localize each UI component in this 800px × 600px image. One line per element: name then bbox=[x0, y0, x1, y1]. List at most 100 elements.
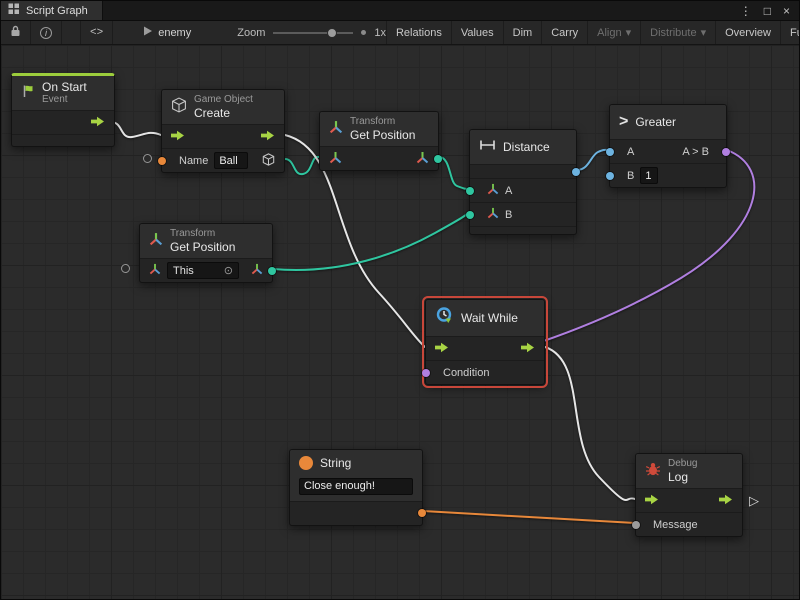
distance-output-port[interactable] bbox=[572, 168, 580, 176]
node-title: On Start bbox=[42, 80, 87, 94]
window-controls: ⋮ □ × bbox=[740, 4, 799, 18]
flow-output-port[interactable] bbox=[261, 130, 275, 144]
code-view-button[interactable]: <> bbox=[80, 21, 113, 44]
chooser-ring[interactable] bbox=[143, 154, 152, 163]
window-title: Script Graph bbox=[26, 5, 88, 17]
flag-icon bbox=[21, 84, 35, 103]
maximize-icon[interactable]: □ bbox=[764, 4, 771, 18]
lock-icon bbox=[10, 25, 21, 40]
info-button[interactable]: i bbox=[31, 21, 62, 44]
vector-input-port-a[interactable] bbox=[466, 187, 474, 195]
number-input-port-a[interactable] bbox=[606, 148, 614, 156]
vector-input-port-b[interactable] bbox=[466, 211, 474, 219]
close-icon[interactable]: × bbox=[783, 4, 790, 18]
node-title: Create bbox=[194, 106, 253, 120]
flow-output-port[interactable] bbox=[521, 342, 535, 356]
condition-input-port[interactable] bbox=[422, 369, 430, 377]
lock-button[interactable] bbox=[1, 21, 31, 44]
wire-position-b-to-distance-b[interactable] bbox=[273, 213, 469, 270]
graph-asset-icon bbox=[143, 26, 153, 39]
distribute-dropdown[interactable]: Distribute▾ bbox=[640, 21, 715, 44]
graph-tab-icon bbox=[8, 3, 20, 18]
port-label: Message bbox=[645, 519, 698, 531]
position-output-port[interactable] bbox=[268, 267, 276, 275]
number-input-port-b[interactable] bbox=[606, 172, 614, 180]
relations-button[interactable]: Relations bbox=[386, 21, 451, 44]
node-title: Distance bbox=[503, 140, 550, 154]
string-output-port[interactable] bbox=[418, 509, 426, 517]
graph-asset[interactable]: enemy bbox=[143, 26, 191, 39]
node-footer bbox=[470, 226, 576, 234]
flow-input-port[interactable] bbox=[645, 494, 659, 508]
node-get-position-a[interactable]: Transform Get Position bbox=[319, 111, 439, 171]
wire-string-to-message[interactable] bbox=[423, 511, 635, 523]
zoom-slider[interactable] bbox=[273, 27, 353, 39]
graph-canvas[interactable]: On Start Event Game Object Create bbox=[1, 45, 800, 600]
overview-button[interactable]: Overview bbox=[715, 21, 780, 44]
node-game-object-create[interactable]: Game Object Create Name bbox=[161, 89, 285, 173]
node-category: Transform bbox=[350, 116, 415, 128]
node-on-start-event[interactable]: On Start Event bbox=[11, 73, 115, 147]
port-label: Condition bbox=[435, 367, 489, 379]
dim-button[interactable]: Dim bbox=[503, 21, 542, 44]
string-icon bbox=[299, 456, 313, 470]
flow-input-port[interactable] bbox=[171, 130, 185, 144]
flow-output-port[interactable] bbox=[91, 116, 105, 130]
wire-position-a-to-distance-a[interactable] bbox=[439, 157, 469, 189]
string-value-input[interactable] bbox=[299, 478, 413, 495]
chooser-ring[interactable] bbox=[121, 264, 130, 273]
node-distance[interactable]: Distance A B bbox=[469, 129, 577, 235]
message-input-port[interactable] bbox=[632, 521, 640, 529]
node-title: String bbox=[320, 456, 351, 470]
target-value: This bbox=[173, 265, 194, 277]
game-object-output-port[interactable] bbox=[262, 153, 275, 169]
object-picker-icon[interactable]: ⊙ bbox=[224, 264, 233, 277]
wire-flow-onstart-to-create[interactable] bbox=[111, 122, 161, 137]
toolbar-right-group: Relations Values Dim Carry Align▾ Distri… bbox=[386, 21, 800, 44]
zoom-control: Zoom 1x bbox=[237, 27, 386, 39]
name-input-port[interactable] bbox=[158, 157, 166, 165]
name-value-input[interactable] bbox=[214, 152, 248, 169]
port-label: Name bbox=[171, 155, 208, 167]
zoom-slider-track bbox=[273, 32, 353, 34]
align-dropdown[interactable]: Align▾ bbox=[587, 21, 640, 44]
values-button[interactable]: Values bbox=[451, 21, 503, 44]
transform-axis-icon bbox=[149, 232, 163, 251]
wire-distance-to-greater-a[interactable] bbox=[577, 150, 609, 170]
graph-name: enemy bbox=[158, 27, 191, 39]
node-wait-while[interactable]: Wait While Condition bbox=[425, 299, 545, 385]
full-screen-button[interactable]: Full Screen bbox=[780, 21, 800, 44]
node-greater[interactable]: > Greater A A > B B bbox=[609, 104, 727, 188]
node-get-position-b[interactable]: Transform Get Position This ⊙ bbox=[139, 223, 273, 283]
vector-output-icon bbox=[251, 263, 263, 278]
transform-input-port[interactable] bbox=[149, 263, 161, 278]
position-output-port[interactable] bbox=[434, 155, 442, 163]
code-icon: <> bbox=[90, 27, 103, 39]
node-title: Greater bbox=[635, 115, 676, 129]
node-string-literal[interactable]: String bbox=[289, 449, 423, 526]
flow-input-port[interactable] bbox=[435, 342, 449, 356]
toolbar: i <> enemy Zoom 1x Relations Values Dim … bbox=[1, 21, 799, 45]
vector-icon bbox=[479, 183, 499, 198]
wire-flow-waitwhile-to-log[interactable] bbox=[545, 347, 635, 500]
node-debug-log[interactable]: Debug Log Message bbox=[635, 453, 743, 537]
zoom-value: 1x bbox=[374, 27, 386, 39]
menu-icon[interactable]: ⋮ bbox=[740, 4, 752, 18]
tab-script-graph[interactable]: Script Graph bbox=[1, 1, 103, 20]
vector-icon bbox=[479, 207, 499, 222]
result-label: A > B bbox=[682, 146, 717, 158]
node-title: Get Position bbox=[170, 240, 235, 254]
flow-continuation-marker: ▷ bbox=[749, 493, 759, 509]
target-dropdown[interactable]: This ⊙ bbox=[167, 262, 239, 279]
result-output-port[interactable] bbox=[722, 148, 730, 156]
carry-button[interactable]: Carry bbox=[541, 21, 587, 44]
transform-input-port[interactable] bbox=[329, 151, 342, 167]
zoom-reset-dot[interactable] bbox=[361, 30, 366, 35]
zoom-slider-knob[interactable] bbox=[327, 28, 337, 38]
b-value-input[interactable] bbox=[640, 167, 658, 184]
script-graph-window: Script Graph ⋮ □ × i <> enemy Zoom bbox=[0, 0, 800, 600]
wire-gameobject-create-to-getposition[interactable] bbox=[285, 157, 319, 174]
flow-output-port[interactable] bbox=[719, 494, 733, 508]
chevron-down-icon: ▾ bbox=[626, 26, 632, 39]
vector-output-icon bbox=[416, 151, 429, 167]
